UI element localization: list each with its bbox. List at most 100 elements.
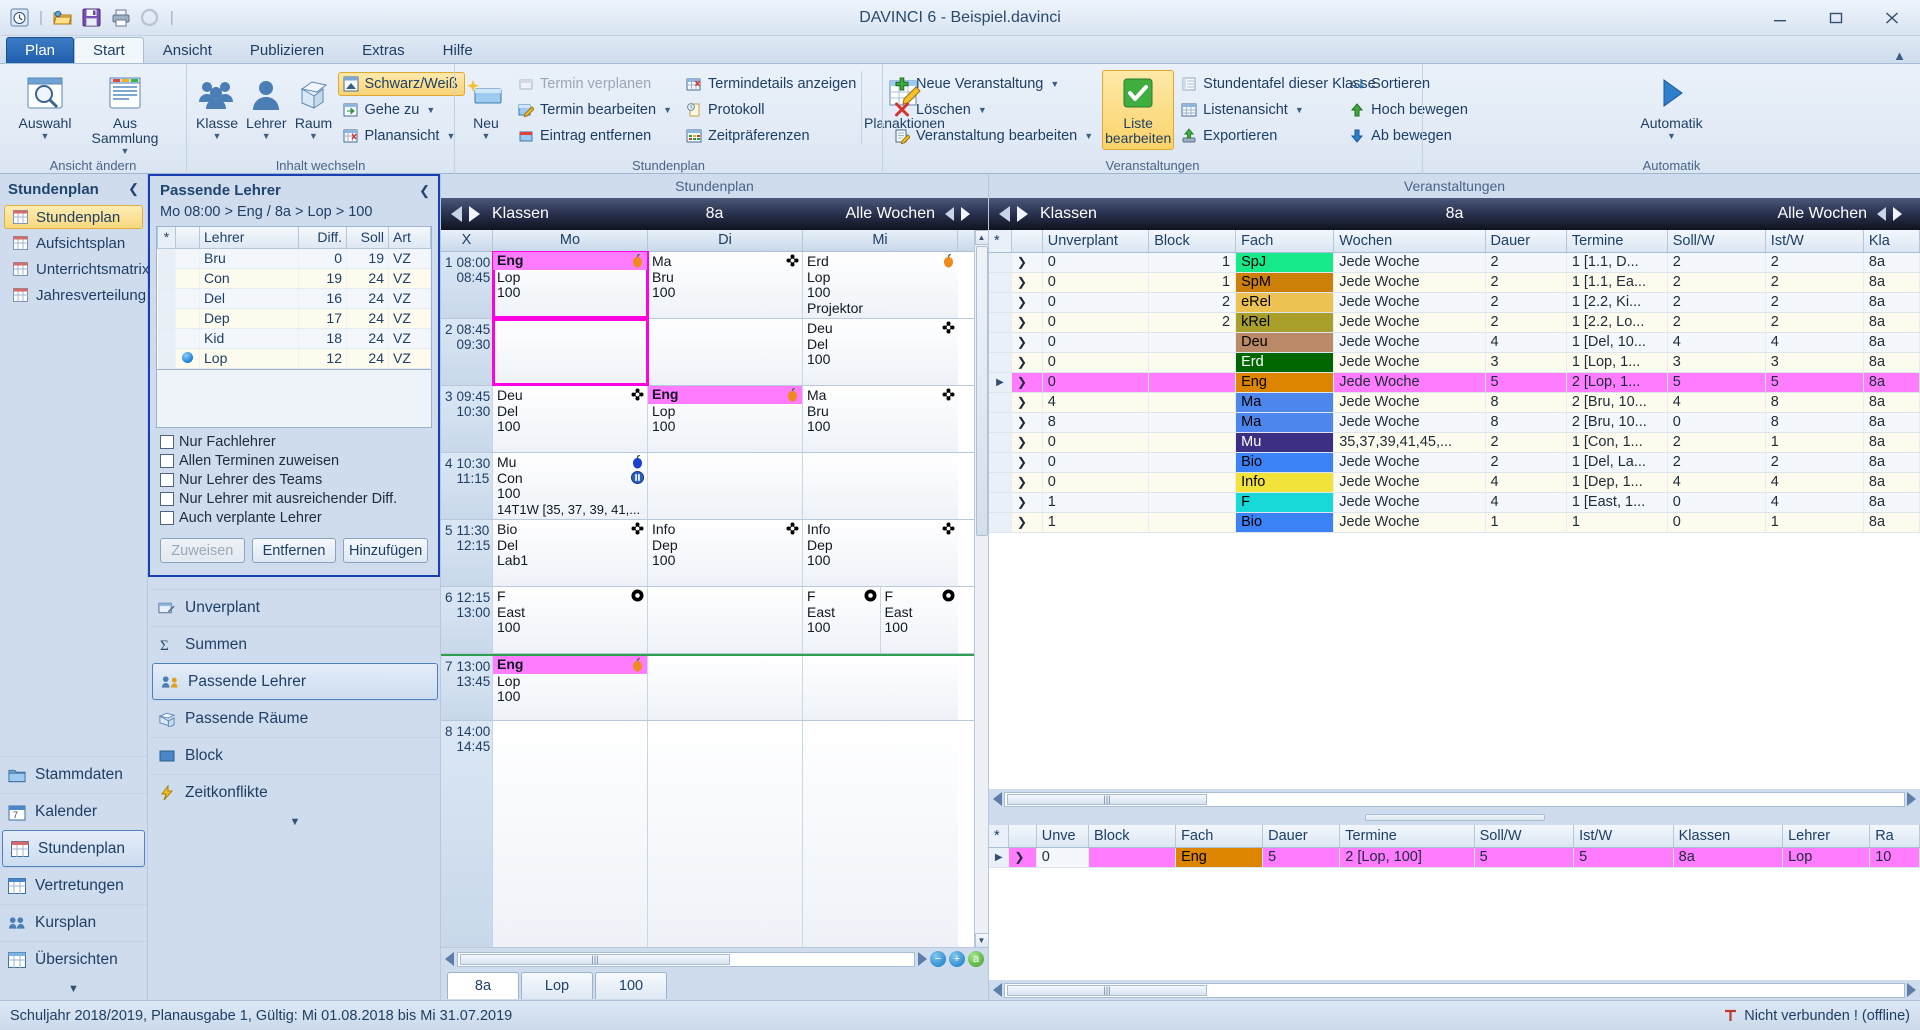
checkbox-box[interactable] [160, 511, 174, 525]
checkbox-box[interactable] [160, 473, 174, 487]
scroll-right-icon[interactable] [1907, 792, 1916, 806]
events-splitter[interactable] [989, 809, 1920, 825]
col-soll[interactable]: Soll [346, 227, 389, 249]
termin-verplanen-button[interactable]: Termin verplanen [513, 72, 679, 96]
hinzufuegen-button[interactable]: Hinzufügen [343, 538, 429, 563]
col-mark[interactable]: * [989, 230, 1012, 253]
exportieren-button[interactable]: Exportieren [1176, 124, 1342, 148]
col-mark[interactable]: * [157, 227, 176, 249]
col-header-x[interactable]: X [441, 230, 493, 251]
table-row[interactable]: ▶ ❯ 0 Eng 5 2 [Lop, 100] 5 5 8a Lop 10 [989, 847, 1920, 868]
module-vertretungen[interactable]: Vertretungen [0, 867, 147, 904]
table-row[interactable]: ▶ ❯ 0 Eng Jede Woche 5 2 [Lop, 1... 5 5 8a [989, 372, 1920, 393]
lesson-cell-mo-6[interactable]: F East 100 [493, 587, 648, 653]
table-row[interactable]: Con 19 24 VZ [157, 268, 431, 289]
passende-lehrer-table[interactable]: * Lehrer Diff. Soll Art Bru 0 19 VZ Con 19 24… [156, 226, 432, 370]
minimize-button[interactable] [1752, 1, 1808, 35]
checkbox-allen-terminen-zuweisen[interactable]: Allen Terminen zuweisen [160, 453, 428, 469]
col-sollw[interactable]: Soll/W [1474, 825, 1575, 848]
window-buttons[interactable] [1752, 0, 1920, 36]
timetable-nav-arrows[interactable] [451, 206, 480, 222]
entfernen-button[interactable]: Entfernen [251, 538, 337, 563]
lesson-cell-mo-7[interactable]: Eng Lop 100 [493, 656, 648, 720]
sidebar-item-jahresverteilung[interactable]: Jahresverteilung [4, 283, 146, 307]
module-stundenplan[interactable]: Stundenplan [2, 830, 145, 867]
lesson-cell-di-4[interactable] [648, 453, 803, 519]
col-header-mo[interactable]: Mo [493, 230, 648, 251]
table-row[interactable]: ❯ 0 1 SpM Jede Woche 2 1 [1.1, Ea... 2 2 8a [989, 272, 1920, 293]
col-lehrer[interactable]: Lehrer [199, 227, 299, 249]
hscroll-thumb[interactable]: ||| [1007, 793, 1207, 805]
lesson-cell-mi-7[interactable] [803, 656, 958, 720]
planansicht-button[interactable]: Planansicht ▼ [338, 124, 465, 148]
row-expander-icon[interactable]: ❯ [1008, 847, 1037, 868]
ribbon-tab-bar[interactable]: Plan Start Ansicht Publizieren Extras Hi… [0, 36, 1920, 64]
zeitpraeferenzen-button[interactable]: Zeitpräferenzen [681, 124, 859, 148]
chevron-down-icon[interactable]: ▼ [1084, 131, 1093, 141]
col-block[interactable]: Block [1088, 825, 1177, 848]
lesson-subcell-right[interactable]: F East 100 [881, 587, 959, 653]
chevron-down-icon[interactable]: ▼ [150, 811, 440, 833]
eintrag-entfernen-button[interactable]: Eintrag entfernen [513, 124, 679, 148]
panel-item-block[interactable]: Block [150, 737, 440, 774]
zoom-in-icon[interactable]: + [949, 951, 965, 967]
table-row[interactable]: ❯ 0 1 SpJ Jede Woche 2 1 [1.1, D... 2 2 8a [989, 252, 1920, 273]
footer-tab-8a[interactable]: 8a [447, 972, 519, 999]
scroll-down-icon[interactable]: ▼ [974, 933, 988, 948]
row-expander-icon[interactable]: ❯ [1011, 272, 1043, 293]
checkbox-box[interactable] [160, 454, 174, 468]
col-block[interactable]: Block [1148, 230, 1237, 253]
table-row[interactable]: ❯ 0 2 kRel Jede Woche 2 1 [2.2, Lo... 2 2 8a [989, 312, 1920, 333]
left-triangle-icon[interactable] [451, 206, 462, 222]
chevron-down-icon[interactable]: ▼ [482, 131, 491, 141]
col-klasse[interactable]: Kla [1863, 230, 1920, 253]
checkbox-auch-verplante-lehrer[interactable]: Auch verplante Lehrer [160, 510, 428, 526]
lesson-cell-mi-1[interactable]: Erd Lop 100 Projektor [803, 252, 958, 318]
col-raum[interactable]: Ra [1869, 825, 1920, 848]
table-row[interactable]: ❯ 0 Info Jede Woche 4 1 [Dep, 1... 4 4 8a [989, 472, 1920, 493]
lesson-cell-di-1[interactable]: Ma Bru 100 [648, 252, 803, 318]
lesson-cell-mo-8[interactable] [493, 721, 648, 947]
hscroll-thumb[interactable]: ||| [460, 953, 730, 965]
right-triangle-icon[interactable] [961, 207, 970, 221]
table-row[interactable]: ❯ 0 Mu 35,37,39,41,45,... 2 1 [Con, 1... 2 1 8a [989, 432, 1920, 453]
tab-start[interactable]: Start [74, 37, 144, 63]
chevron-down-icon[interactable]: ▼ [426, 105, 435, 115]
raum-button[interactable]: Raum ▼ [292, 70, 336, 145]
events-week-arrows[interactable] [1877, 207, 1902, 221]
checkbox-nur-fachlehrer[interactable]: Nur Fachlehrer [160, 434, 428, 450]
col-dauer[interactable]: Dauer [1262, 825, 1341, 848]
events-detail-grid[interactable]: * Unve Block Fach Dauer Termine Soll/W I… [989, 825, 1920, 980]
events-nav-arrows[interactable] [999, 206, 1028, 222]
lesson-cell-di-7[interactable] [648, 656, 803, 720]
col-termine[interactable]: Termine [1566, 230, 1668, 253]
row-expander-icon[interactable]: ❯ [1011, 432, 1043, 453]
chevron-down-icon[interactable]: ▼ [1667, 131, 1676, 141]
aus-sammlung-button[interactable]: Aus Sammlung ▼ [86, 70, 164, 160]
checkbox-box[interactable] [160, 492, 174, 506]
tab-extras[interactable]: Extras [343, 37, 424, 63]
right-triangle-icon[interactable] [1017, 206, 1028, 222]
hscroll-track[interactable]: ||| [1004, 982, 1905, 998]
col-istw[interactable]: Ist/W [1765, 230, 1864, 253]
sidebar-item-stundenplan[interactable]: Stundenplan [4, 205, 143, 229]
automatik-button[interactable]: Automatik ▼ [1624, 70, 1720, 145]
lesson-cell-mi-4[interactable] [803, 453, 958, 519]
lesson-cell-mi-3[interactable]: Ma Bru 100 [803, 386, 958, 452]
chevron-down-icon[interactable]: ▼ [978, 105, 987, 115]
table-row[interactable]: Bru 0 19 VZ [157, 248, 431, 269]
module-uebersichten[interactable]: Übersichten [0, 941, 147, 978]
checkbox-nur-lehrer-ausreichende-diff[interactable]: Nur Lehrer mit ausreichender Diff. [160, 491, 428, 507]
table-row[interactable]: ❯ 1 F Jede Woche 4 1 [East, 1... 0 4 8a [989, 492, 1920, 513]
sidebar-item-aufsichtsplan[interactable]: Aufsichtsplan [4, 231, 143, 255]
table-row[interactable]: ❯ 0 Bio Jede Woche 2 1 [Del, La... 2 2 8a [989, 452, 1920, 473]
row-expander-icon[interactable]: ❯ [1011, 352, 1043, 373]
col-mark[interactable]: * [989, 825, 1010, 848]
row-expander-icon[interactable]: ❯ [1011, 512, 1043, 533]
chevron-left-icon[interactable]: ❮ [419, 183, 430, 199]
col-wochen[interactable]: Wochen [1333, 230, 1486, 253]
col-header-mi[interactable]: Mi [803, 230, 958, 251]
lesson-cell-mo-5[interactable]: Bio Del Lab1 [493, 520, 648, 586]
module-kalender[interactable]: 7 Kalender [0, 793, 147, 830]
col-unverplant[interactable]: Unverplant [1042, 230, 1150, 253]
